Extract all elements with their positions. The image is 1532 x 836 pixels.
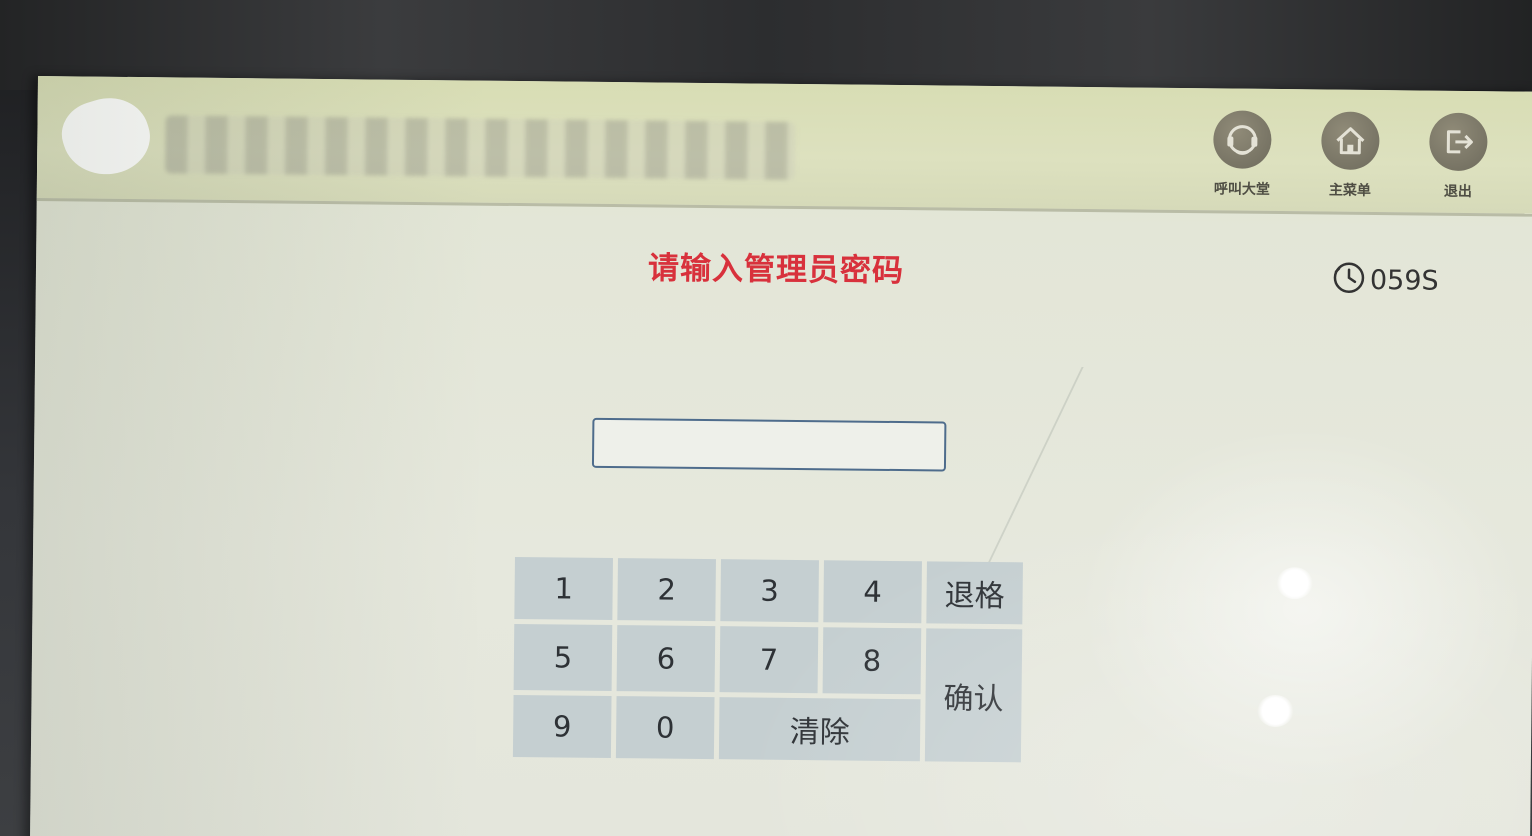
key-0[interactable]: 0 [615,696,715,760]
page-title: 请输入管理员密码 [647,250,905,290]
home-icon [1321,111,1380,171]
monitor-bezel [0,0,1532,90]
key-4[interactable]: 4 [823,560,922,624]
call-lobby-label: 呼叫大堂 [1213,181,1270,198]
timer-icon [1332,260,1366,301]
blurred-title [164,115,796,180]
call-lobby-button[interactable]: 呼叫大堂 [1197,110,1288,199]
key-8[interactable]: 8 [822,627,922,695]
key-2[interactable]: 2 [617,558,716,622]
key-1[interactable]: 1 [514,557,613,621]
logo [53,87,159,186]
key-5[interactable]: 5 [513,624,613,692]
key-3[interactable]: 3 [720,559,819,623]
key-6[interactable]: 6 [616,625,716,693]
header-bar: 呼叫大堂 主菜单 退出 [36,76,1532,217]
main-menu-label: 主菜单 [1328,182,1371,199]
main-menu-button[interactable]: 主菜单 [1305,111,1396,200]
key-9[interactable]: 9 [512,695,612,759]
key-7[interactable]: 7 [719,626,819,694]
countdown-timer: 059S [1332,260,1439,302]
kiosk-screen: 呼叫大堂 主菜单 退出 请输入管理员密码 059S 1 2 3 4 退格 5 6… [29,76,1532,836]
light-reflection [1276,567,1313,600]
backspace-button[interactable]: 退格 [926,561,1023,625]
light-reflection [1257,694,1294,728]
exit-icon [1429,112,1488,172]
clear-button[interactable]: 清除 [718,697,921,762]
confirm-button[interactable]: 确认 [924,628,1023,763]
exit-button[interactable]: 退出 [1413,112,1504,201]
password-input[interactable] [591,417,947,472]
headset-icon [1213,110,1272,169]
numeric-keypad: 1 2 3 4 退格 5 6 7 8 确认 9 0 清除 [512,557,1023,763]
background-watermark [986,366,1234,568]
exit-label: 退出 [1443,183,1472,201]
photo-background: 呼叫大堂 主菜单 退出 请输入管理员密码 059S 1 2 3 4 退格 5 6… [0,0,1532,836]
timer-value: 059S [1369,264,1439,297]
